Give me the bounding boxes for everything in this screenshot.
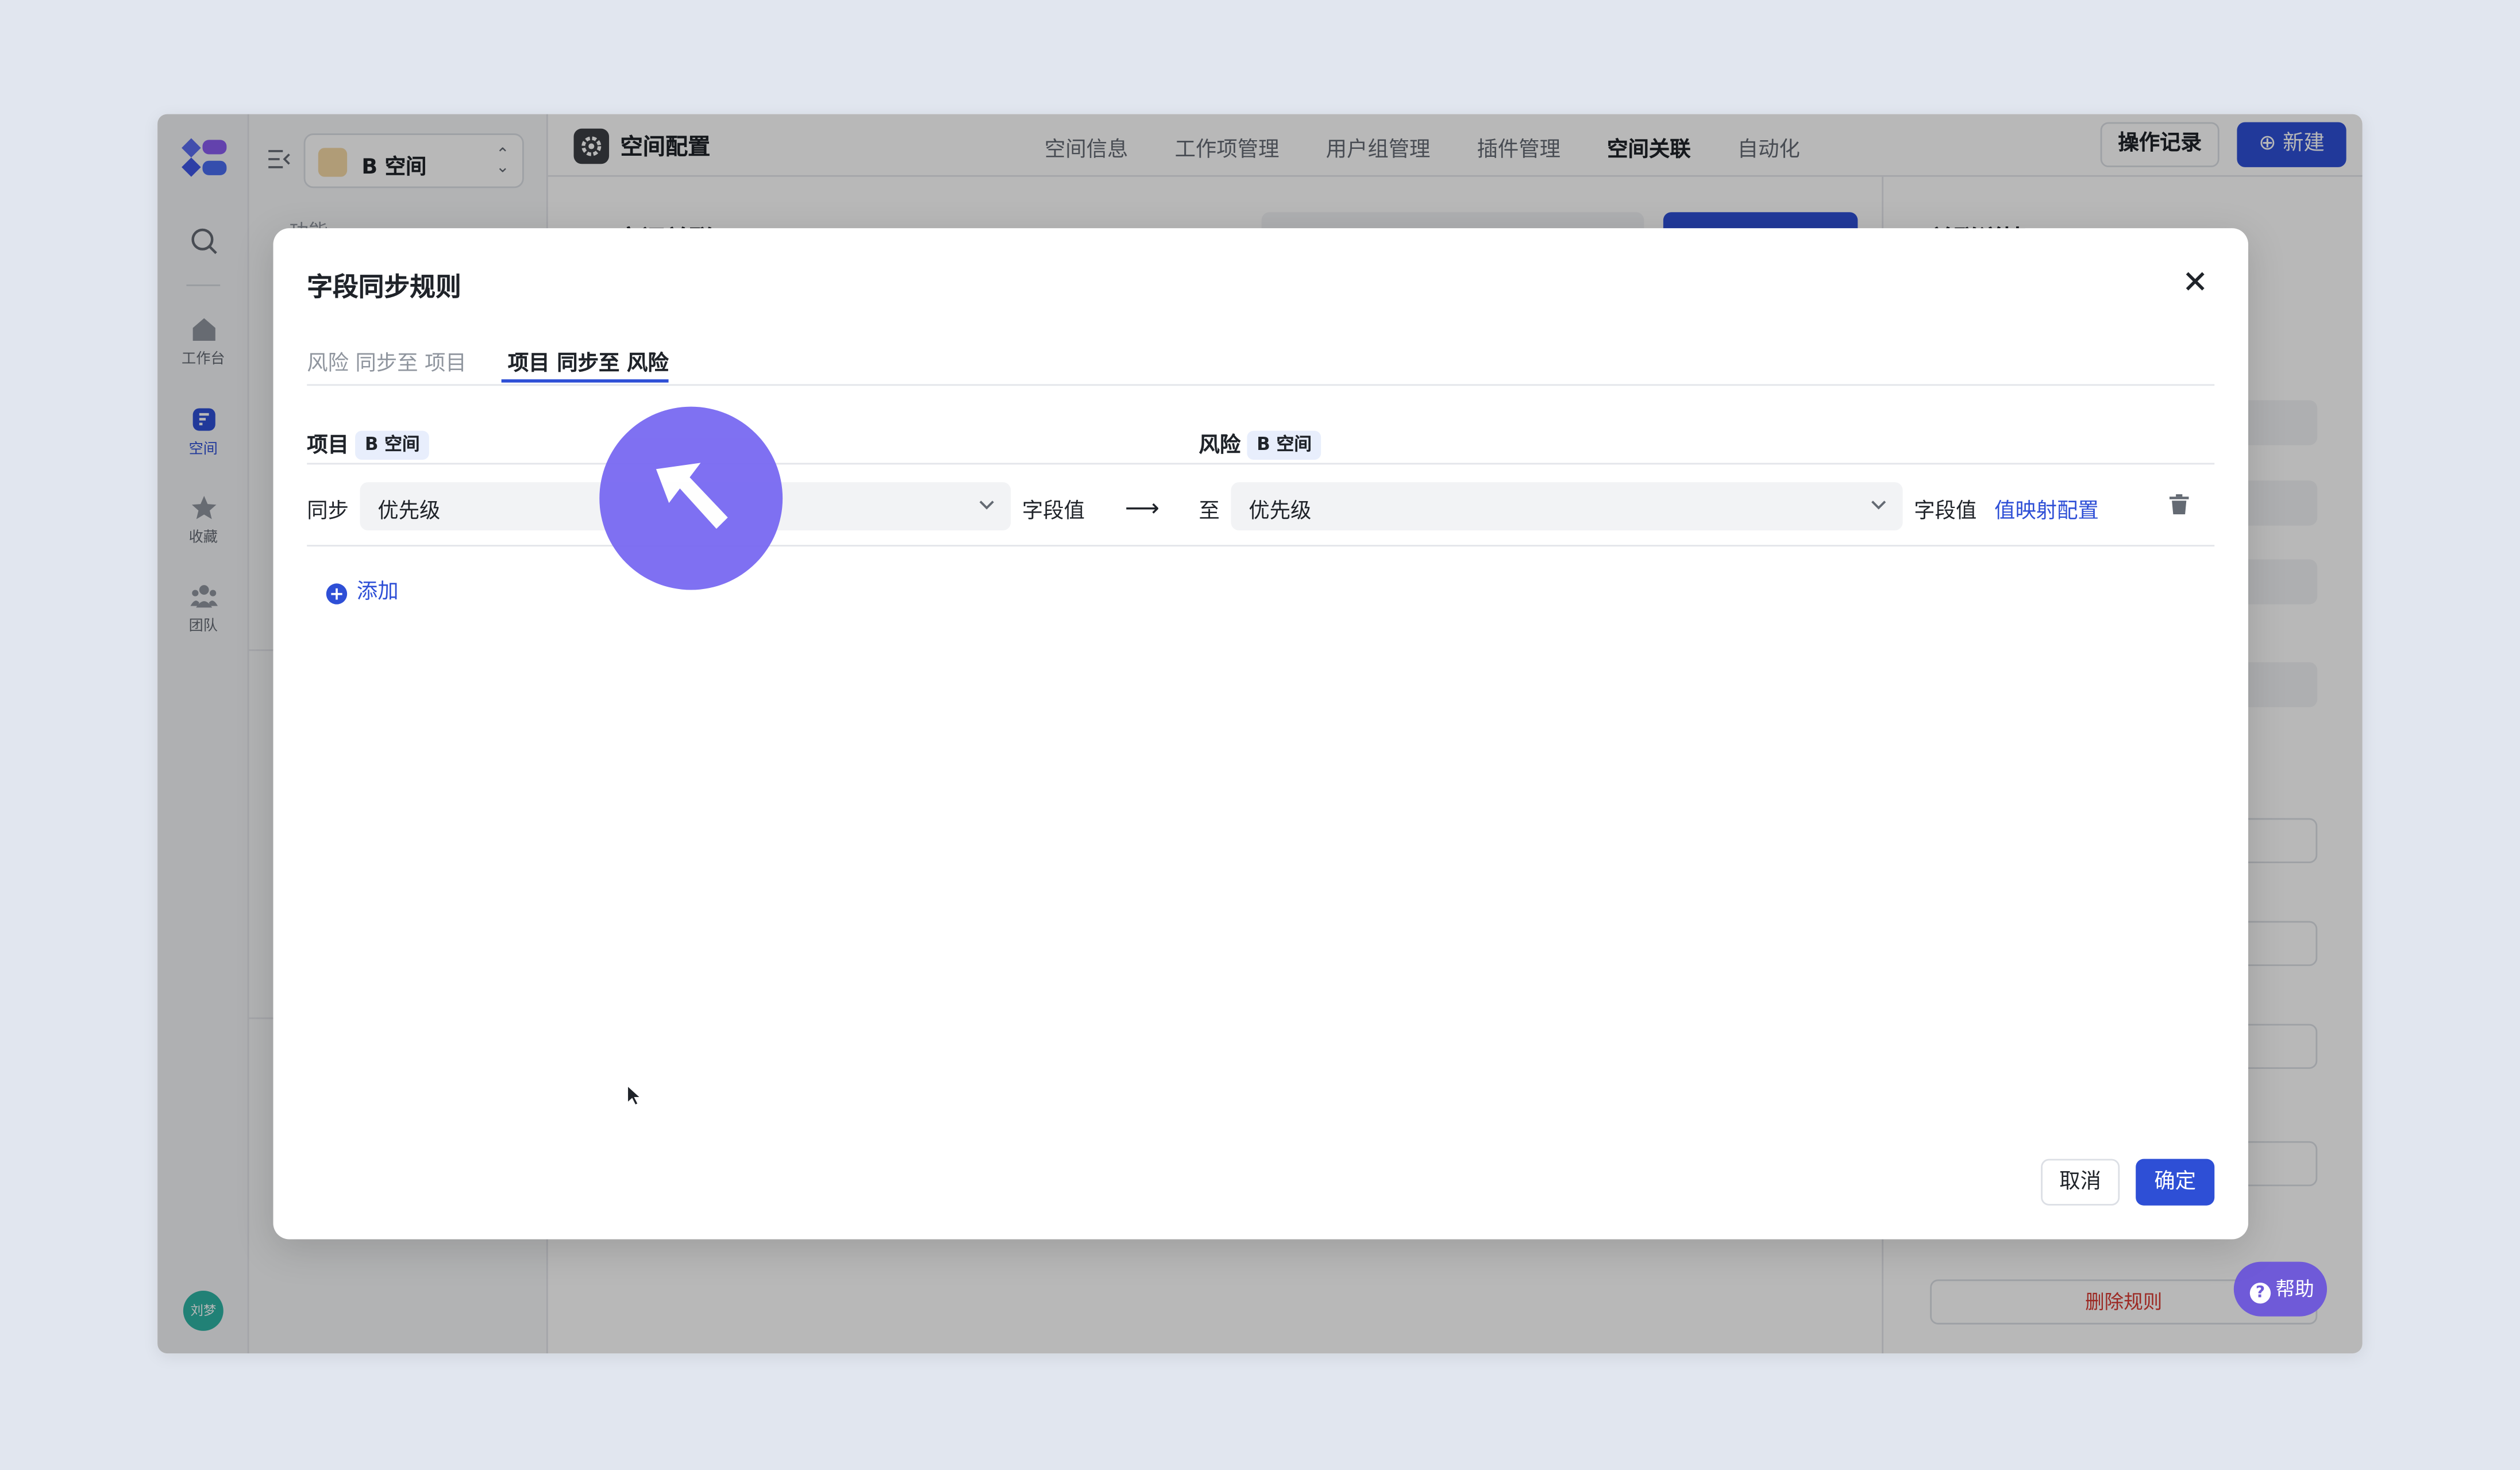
target-field-select[interactable]: 优先级 bbox=[1231, 482, 1903, 531]
help-button[interactable]: ? 帮助 bbox=[2233, 1261, 2328, 1317]
sync-arrow-icon: ⟶ bbox=[1124, 493, 1160, 523]
confirm-button[interactable]: 确定 bbox=[2136, 1159, 2215, 1206]
value-mapping-link[interactable]: 值映射配置 bbox=[1994, 494, 2099, 524]
source-field-value: 优先级 bbox=[377, 499, 441, 524]
tab-risk-to-project[interactable]: 风险 同步至 项目 bbox=[307, 345, 467, 376]
chevron-down-icon bbox=[1871, 501, 1886, 510]
target-header: 风险 B 空间 bbox=[1199, 428, 1321, 460]
target-label: 风险 bbox=[1199, 434, 1241, 459]
help-label: 帮助 bbox=[2275, 1277, 2314, 1300]
plus-circle-icon: + bbox=[326, 583, 348, 605]
source-header: 项目 B 空间 bbox=[307, 428, 430, 460]
dialog-title: 字段同步规则 bbox=[307, 271, 461, 302]
source-value-label: 字段值 bbox=[1022, 499, 1085, 524]
field-sync-rule-dialog: 字段同步规则 风险 同步至 项目 项目 同步至 风险 项目 B 空间 风险 B 空间… bbox=[273, 228, 2249, 1240]
add-label: 添加 bbox=[356, 580, 399, 605]
add-rule-button[interactable]: + 添加 bbox=[326, 574, 399, 605]
click-indicator bbox=[599, 406, 783, 590]
trash-icon[interactable] bbox=[2168, 494, 2190, 516]
row-divider bbox=[307, 545, 2215, 547]
target-space-tag: B 空间 bbox=[1247, 430, 1321, 460]
to-label: 至 bbox=[1199, 499, 1220, 524]
source-space-tag: B 空间 bbox=[355, 430, 430, 460]
cancel-button[interactable]: 取消 bbox=[2041, 1159, 2120, 1206]
help-icon: ? bbox=[2249, 1283, 2271, 1304]
sync-label: 同步 bbox=[307, 499, 349, 524]
active-tab-underline bbox=[501, 379, 669, 383]
tab-project-to-risk[interactable]: 项目 同步至 风险 bbox=[508, 345, 669, 376]
source-label: 项目 bbox=[307, 434, 349, 459]
header-divider bbox=[307, 463, 2215, 465]
target-value-label: 字段值 bbox=[1914, 499, 1977, 524]
chevron-down-icon bbox=[979, 501, 994, 510]
target-field-value: 优先级 bbox=[1249, 499, 1312, 524]
close-icon[interactable] bbox=[2179, 265, 2211, 298]
mouse-cursor-icon bbox=[627, 1084, 642, 1106]
arrow-up-left-icon bbox=[656, 463, 728, 529]
